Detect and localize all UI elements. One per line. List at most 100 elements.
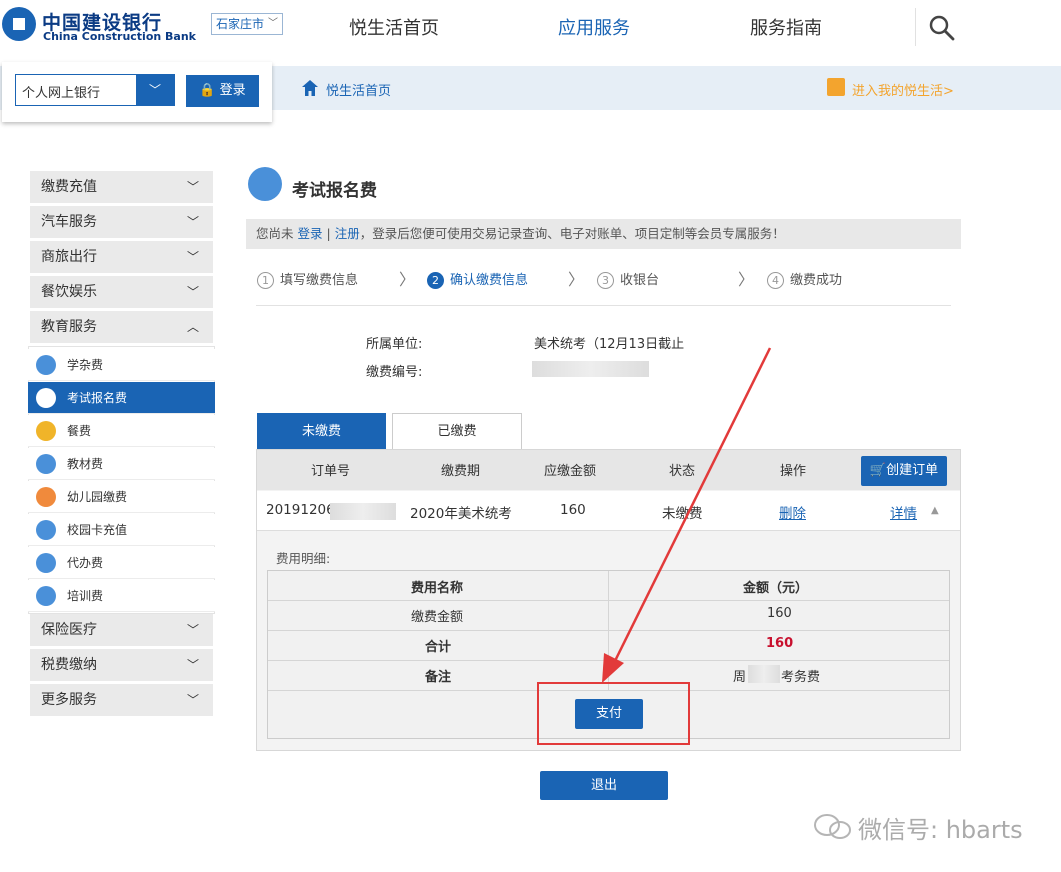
- chevron-down-icon[interactable]: ﹀: [136, 75, 174, 105]
- lock-icon: 🔒: [199, 83, 216, 98]
- nav-home[interactable]: 悦生活首页: [349, 14, 439, 40]
- bank-name-en: China Construction Bank: [43, 30, 197, 43]
- chevron-down-icon: ﹀: [186, 623, 199, 637]
- create-order-button[interactable]: 🛒创建订单: [861, 456, 947, 486]
- amount-value: 160: [560, 502, 586, 518]
- fee-name-cell: 缴费金额: [411, 610, 464, 625]
- nav-service-guide[interactable]: 服务指南: [750, 14, 822, 40]
- tab-paid[interactable]: 已缴费: [392, 413, 522, 450]
- step-2: 2 确认缴费信息: [427, 269, 528, 289]
- step-label: 确认缴费信息: [450, 273, 529, 288]
- wechat-icon: [814, 814, 851, 839]
- subitem-label: 代办费: [67, 556, 104, 570]
- card-icon: [36, 520, 56, 540]
- notice-prefix: 您尚未: [256, 226, 294, 241]
- city-selector[interactable]: 石家庄市 ﹀: [211, 13, 283, 35]
- chevron-right-icon: 〉: [568, 270, 585, 289]
- sidebar-item-label: 汽车服务: [41, 214, 97, 230]
- notice-text: ，登录后您便可使用交易记录查询、电子对账单、项目定制等会员专属服务！: [359, 226, 785, 241]
- sidebar-subitem-agency-fee[interactable]: 代办费: [28, 547, 215, 579]
- meal-icon: [36, 421, 56, 441]
- my-life-link[interactable]: 进入我的悦生活>: [852, 80, 954, 99]
- col-action: 操作: [780, 464, 807, 479]
- sidebar-item-education[interactable]: 教育服务 ︿: [30, 311, 213, 343]
- child-icon: [36, 487, 56, 507]
- sidebar-item-tax[interactable]: 税费缴纳 ﹀: [30, 649, 213, 681]
- chevron-down-icon: ﹀: [186, 658, 199, 672]
- watermark-text: 微信号: hbarts: [858, 816, 1023, 844]
- step-number: 4: [767, 272, 784, 289]
- detail-link[interactable]: 详情: [890, 502, 917, 522]
- chevron-down-icon: ﹀: [186, 180, 199, 194]
- login-button-label: 登录: [219, 83, 246, 98]
- bank-type-select[interactable]: 个人网上银行 ﹀: [15, 74, 175, 106]
- sidebar-item-label: 缴费充值: [41, 179, 97, 195]
- step-number: 3: [597, 272, 614, 289]
- delete-link[interactable]: 删除: [779, 502, 806, 522]
- step-number: 2: [427, 272, 444, 289]
- book-icon: [36, 454, 56, 474]
- collapse-icon[interactable]: ▲: [931, 505, 939, 516]
- step-label: 缴费成功: [790, 273, 843, 288]
- sidebar-item-label: 税费缴纳: [41, 657, 97, 673]
- search-icon[interactable]: [928, 14, 956, 42]
- chevron-down-icon: ﹀: [186, 250, 199, 264]
- form-icon: [248, 167, 282, 201]
- sidebar-item-payment[interactable]: 缴费充值 ﹀: [30, 171, 213, 203]
- chevron-right-icon: 〉: [399, 270, 416, 289]
- sidebar-subitem-meal[interactable]: 餐费: [28, 415, 215, 447]
- notice-register-link[interactable]: 注册: [335, 226, 360, 241]
- nav-app-services[interactable]: 应用服务: [558, 14, 630, 40]
- tab-unpaid[interactable]: 未缴费: [257, 413, 386, 450]
- cart-icon: 🛒: [869, 463, 887, 478]
- subitem-label: 培训费: [67, 589, 104, 603]
- sidebar-subitem-campus-card[interactable]: 校园卡充值: [28, 514, 215, 546]
- sidebar-item-label: 商旅出行: [41, 249, 97, 265]
- city-label: 石家庄市: [216, 17, 265, 31]
- exit-button[interactable]: 退出: [540, 771, 668, 800]
- subitem-label: 教材费: [67, 457, 104, 471]
- chevron-down-icon: ﹀: [186, 215, 199, 229]
- sidebar-item-label: 更多服务: [41, 692, 97, 708]
- sidebar-item-travel[interactable]: 商旅出行 ﹀: [30, 241, 213, 273]
- subitem-label: 餐费: [67, 424, 92, 438]
- login-button[interactable]: 🔒 登录: [186, 75, 259, 107]
- form-icon: [36, 388, 56, 408]
- sidebar-item-more[interactable]: 更多服务 ﹀: [30, 684, 213, 716]
- highlight-box: [537, 682, 690, 745]
- chevron-down-icon: ﹀: [268, 18, 278, 29]
- chevron-right-icon: 〉: [738, 270, 755, 289]
- book-open-icon: [36, 586, 56, 606]
- subitem-label: 幼儿园缴费: [67, 490, 128, 504]
- sidebar-subitem-textbook[interactable]: 教材费: [28, 448, 215, 480]
- code-label: 缴费编号:: [366, 365, 423, 380]
- note-label: 备注: [425, 670, 452, 685]
- notice-login-link[interactable]: 登录: [298, 226, 323, 241]
- fee-name-header: 费用名称: [411, 581, 464, 596]
- step-4: 4 缴费成功: [767, 269, 842, 289]
- detail-label: 费用明细:: [276, 551, 331, 566]
- sidebar-subitem-exam-fee[interactable]: 考试报名费: [28, 382, 215, 414]
- note-value-suffix: 考务费: [781, 670, 821, 685]
- col-amount: 应缴金额: [544, 464, 597, 479]
- sidebar-item-label: 保险医疗: [41, 622, 97, 638]
- chevron-down-icon: ﹀: [186, 693, 199, 707]
- login-notice: 您尚未 登录 | 注册，登录后您便可使用交易记录查询、电子对账单、项目定制等会员…: [246, 219, 961, 249]
- chevron-up-icon: ︿: [186, 320, 199, 334]
- sidebar-subitem-tuition[interactable]: 学杂费: [28, 349, 215, 381]
- divider: [256, 305, 951, 306]
- total-label: 合计: [425, 640, 452, 655]
- sidebar-item-car[interactable]: 汽车服务 ﹀: [30, 206, 213, 238]
- user-icon: [827, 78, 845, 96]
- home-icon[interactable]: [301, 79, 319, 97]
- sidebar-item-label: 餐饮娱乐: [41, 284, 97, 300]
- ccb-logo-icon[interactable]: [2, 7, 36, 41]
- step-3: 3 收银台: [597, 269, 659, 289]
- sidebar-item-dining[interactable]: 餐饮娱乐 ﹀: [30, 276, 213, 308]
- sidebar-item-insurance[interactable]: 保险医疗 ﹀: [30, 614, 213, 646]
- sidebar-subitem-training[interactable]: 培训费: [28, 580, 215, 612]
- breadcrumb-home-link[interactable]: 悦生活首页: [326, 80, 391, 99]
- person-icon: [36, 553, 56, 573]
- sidebar-subitem-kindergarten[interactable]: 幼儿园缴费: [28, 481, 215, 513]
- order-no-redacted: [330, 503, 396, 520]
